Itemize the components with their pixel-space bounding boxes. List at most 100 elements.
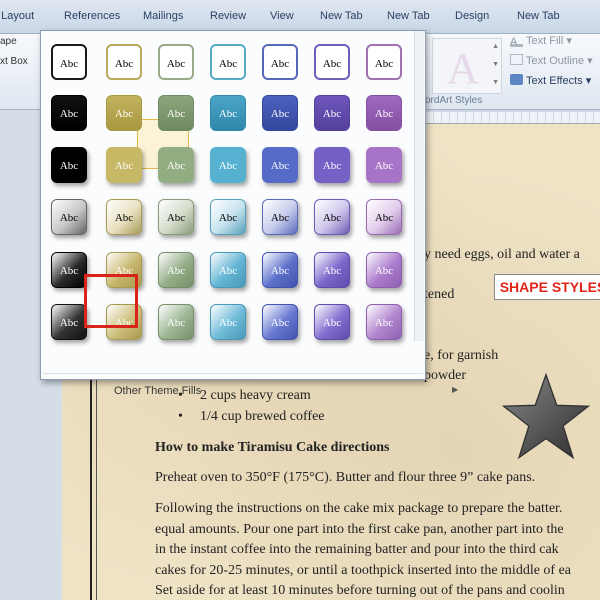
- shape-style-swatch[interactable]: Abc: [43, 36, 95, 86]
- tab-review[interactable]: Review: [210, 10, 246, 22]
- paragraph-line: Set aside for at least 10 minutes before…: [155, 583, 565, 598]
- shape-style-swatch[interactable]: Abc: [306, 296, 358, 346]
- shape-style-swatch[interactable]: Abc: [254, 296, 306, 346]
- shape-style-swatch[interactable]: Abc: [358, 139, 410, 189]
- shape-styles-gallery[interactable]: Abc Abc Abc Abc Abc Abc Abc Abc Abc Abc Abc Abc Abc A…: [40, 30, 458, 397]
- shape-style-swatch[interactable]: Abc: [202, 87, 254, 137]
- paragraph-line: in the instant coffee into the remaining…: [155, 542, 559, 557]
- swatch-preview: Abc: [51, 44, 87, 80]
- shape-style-swatch[interactable]: Abc: [254, 87, 306, 137]
- shape-style-swatch[interactable]: Abc: [358, 191, 410, 241]
- tab-references[interactable]: References: [64, 10, 120, 22]
- shape-style-swatch[interactable]: Abc: [358, 87, 410, 137]
- shape-style-swatch[interactable]: Abc: [358, 296, 410, 346]
- paragraph-line: equal amounts. Pour one part into the fi…: [155, 522, 564, 537]
- text-fill-button[interactable]: A Text Fill ▾: [510, 34, 572, 48]
- tab-new-tab-2[interactable]: New Tab: [387, 10, 430, 22]
- shape-style-swatch[interactable]: Abc: [43, 139, 95, 189]
- more-icon[interactable]: ▼: [492, 79, 499, 86]
- star-shape[interactable]: [500, 372, 592, 462]
- tab-design[interactable]: Design: [455, 10, 489, 22]
- gallery-separator: [43, 373, 423, 374]
- ribbon-tab-bar: e Layout References Mailings Review View…: [0, 0, 600, 34]
- selected-style-highlight: [84, 274, 138, 328]
- paragraph-line: cakes for 20-25 minutes, or until a toot…: [155, 563, 572, 578]
- section-heading: How to make Tiramisu Cake directions: [155, 440, 390, 455]
- text-effects-button[interactable]: Text Effects ▾: [510, 74, 591, 87]
- shape-style-swatch[interactable]: Abc: [150, 36, 202, 86]
- shape-style-swatch[interactable]: Abc: [150, 87, 202, 137]
- shape-style-swatch[interactable]: Abc: [98, 191, 150, 241]
- wordart-a-icon: A: [447, 44, 479, 93]
- shape-style-swatch[interactable]: Abc: [98, 139, 150, 189]
- swatch-preview: Abc: [210, 252, 246, 288]
- shape-style-swatch[interactable]: Abc: [202, 296, 254, 346]
- shape-style-swatch[interactable]: Abc: [98, 87, 150, 137]
- text-fill-icon: A: [510, 36, 523, 48]
- swatch-preview: Abc: [210, 95, 246, 131]
- shape-style-swatch[interactable]: Abc: [306, 87, 358, 137]
- shape-style-swatch[interactable]: Abc: [202, 191, 254, 241]
- list-item: 1/4 cup brewed coffee: [178, 409, 324, 425]
- swatch-preview: Abc: [314, 95, 350, 131]
- swatch-preview: Abc: [210, 199, 246, 235]
- shape-style-swatch[interactable]: Abc: [202, 139, 254, 189]
- shape-style-swatch[interactable]: Abc: [150, 244, 202, 294]
- shape-style-swatch[interactable]: Abc: [306, 244, 358, 294]
- swatch-preview: Abc: [366, 252, 402, 288]
- other-theme-fills-menu-item[interactable]: Other Theme Fills: [114, 385, 201, 397]
- shape-style-swatch[interactable]: Abc: [43, 191, 95, 241]
- swatch-preview: Abc: [262, 304, 298, 340]
- swatch-preview: Abc: [158, 147, 194, 183]
- shape-style-swatch[interactable]: Abc: [254, 36, 306, 86]
- scroll-down-icon[interactable]: ▼: [492, 61, 499, 68]
- shape-style-swatch[interactable]: Abc: [254, 139, 306, 189]
- shape-style-swatch[interactable]: Abc: [306, 191, 358, 241]
- swatch-preview: Abc: [366, 304, 402, 340]
- text-effects-icon: [510, 74, 523, 85]
- text-outline-button[interactable]: Text Outline ▾: [510, 54, 593, 67]
- swatch-preview: Abc: [51, 199, 87, 235]
- swatch-preview: Abc: [106, 95, 142, 131]
- tab-mailings[interactable]: Mailings: [143, 10, 183, 22]
- tab-new-tab-3[interactable]: New Tab: [517, 10, 560, 22]
- shape-command[interactable]: ape: [0, 36, 17, 47]
- tab-view[interactable]: View: [270, 10, 294, 22]
- shape-style-swatch[interactable]: Abc: [98, 36, 150, 86]
- shape-style-swatch[interactable]: Abc: [43, 87, 95, 137]
- shape-style-swatch[interactable]: Abc: [150, 139, 202, 189]
- swatch-preview: Abc: [158, 44, 194, 80]
- swatch-preview: Abc: [262, 44, 298, 80]
- tab-new-tab-1[interactable]: New Tab: [320, 10, 363, 22]
- swatch-preview: Abc: [51, 252, 87, 288]
- swatch-preview: Abc: [158, 304, 194, 340]
- swatch-preview: Abc: [210, 44, 246, 80]
- shape-style-swatch[interactable]: Abc: [150, 296, 202, 346]
- swatch-preview: Abc: [106, 44, 142, 80]
- wordart-quick-styles[interactable]: A ▲ ▼ ▼: [432, 38, 502, 94]
- shape-style-swatch[interactable]: Abc: [358, 244, 410, 294]
- shape-style-swatch[interactable]: Abc: [306, 139, 358, 189]
- swatch-preview: Abc: [314, 304, 350, 340]
- swatch-preview: Abc: [210, 147, 246, 183]
- text-effects-label: Text Effects: [526, 75, 583, 87]
- horizontal-ruler[interactable]: [425, 112, 600, 124]
- shape-style-swatch[interactable]: Abc: [150, 191, 202, 241]
- text-outline-icon: [510, 54, 523, 65]
- text-box-command[interactable]: xt Box: [0, 56, 28, 67]
- shape-style-swatch[interactable]: Abc: [202, 244, 254, 294]
- tab-page-layout[interactable]: e Layout: [0, 10, 34, 22]
- swatch-preview: Abc: [366, 95, 402, 131]
- swatch-preview: Abc: [262, 147, 298, 183]
- shape-style-swatch[interactable]: Abc: [202, 36, 254, 86]
- shape-style-swatch[interactable]: Abc: [254, 244, 306, 294]
- shape-style-swatch[interactable]: Abc: [358, 36, 410, 86]
- swatch-preview: Abc: [51, 304, 87, 340]
- scroll-up-icon[interactable]: ▲: [492, 43, 499, 50]
- shape-style-swatch[interactable]: Abc: [254, 191, 306, 241]
- swatch-preview: Abc: [158, 95, 194, 131]
- text-outline-label: Text Outline: [526, 55, 585, 67]
- shape-style-swatch[interactable]: Abc: [306, 36, 358, 86]
- text-fill-label: Text Fill: [526, 35, 564, 47]
- gallery-scrollbar[interactable]: [414, 31, 424, 341]
